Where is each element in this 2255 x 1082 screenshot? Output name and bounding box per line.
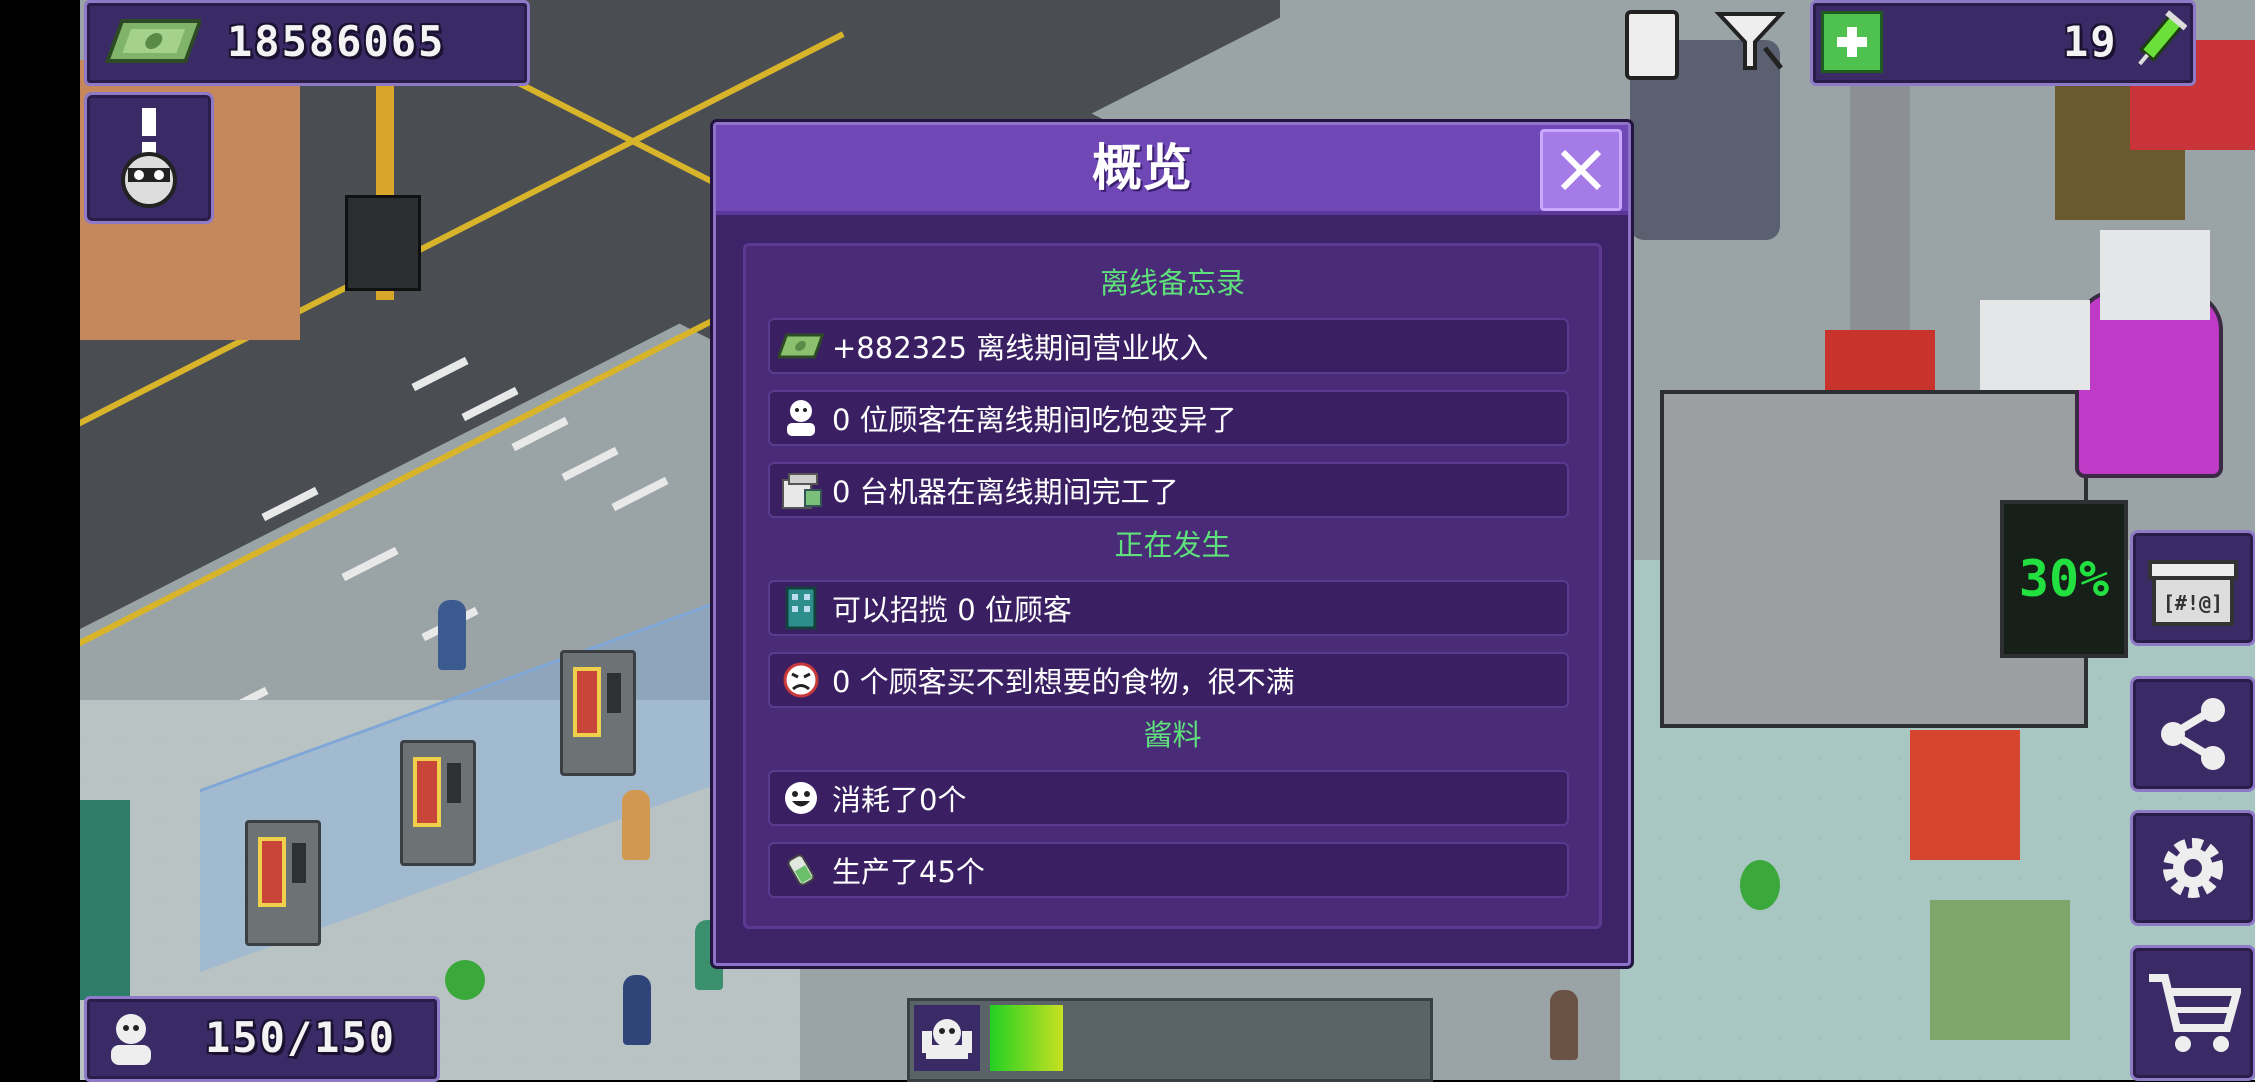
syringe-icon <box>2131 9 2188 77</box>
phone-icon[interactable] <box>1625 10 1679 80</box>
dialog-body: 离线备忘录 +882325 离线期间营业收入 0 位顾客在离线期间吃饱变异了 0… <box>743 243 1602 929</box>
customer-count: 150/150 <box>205 1013 397 1062</box>
add-token-button[interactable] <box>1821 11 1883 73</box>
gift-icon: [#!@] <box>2148 560 2238 626</box>
section-title-offline: 离线备忘录 <box>1099 266 1245 300</box>
cash-pile <box>1930 900 2070 1040</box>
plus-icon <box>1837 27 1867 57</box>
smiley-icon <box>778 775 824 821</box>
pedestrian[interactable] <box>1550 990 1578 1060</box>
money-amount: 18586065 <box>227 17 446 66</box>
share-button[interactable] <box>2130 676 2255 792</box>
customer-icon <box>778 395 824 441</box>
shop-door <box>80 800 130 1000</box>
overview-dialog: 概览 离线备忘录 +882325 离线期间营业收入 0 位顾客在离线期间吃饱变异… <box>713 122 1631 966</box>
settings-button[interactable] <box>2130 810 2255 926</box>
signal-icon <box>1714 8 1786 78</box>
row-text: 0 台机器在离线期间完工了 <box>832 475 1179 509</box>
vending-machine[interactable] <box>400 740 476 866</box>
hunger-meter <box>907 998 1433 1082</box>
list-item: 可以招揽 0 位顾客 <box>768 580 1569 636</box>
vending-machine[interactable] <box>245 820 321 946</box>
vending-machine[interactable] <box>560 650 636 776</box>
list-item: 0 台机器在离线期间完工了 <box>768 462 1569 518</box>
hunger-meter-fill <box>990 1005 1063 1071</box>
building-icon <box>778 585 824 631</box>
list-item: 消耗了0个 <box>768 770 1569 826</box>
white-box <box>2100 230 2210 320</box>
money-icon <box>101 13 203 69</box>
gear-icon <box>2163 838 2223 898</box>
zombie-icon <box>914 1005 980 1071</box>
burger-poster <box>1910 730 2020 860</box>
section-title-sauce: 酱料 <box>1143 718 1202 752</box>
row-text: 0 位顾客在离线期间吃饱变异了 <box>832 403 1237 437</box>
pedestrian[interactable] <box>623 975 651 1045</box>
money-counter: 18586065 <box>84 0 530 86</box>
angry-face-icon <box>778 657 824 703</box>
list-item: 0 个顾客买不到想要的食物，很不满 <box>768 652 1569 708</box>
cart-icon <box>2149 974 2241 1052</box>
plant <box>1740 860 1780 910</box>
close-button[interactable] <box>1540 129 1622 211</box>
alert-scientist-icon <box>121 108 177 208</box>
crosswalk-stripe <box>561 446 619 482</box>
close-icon <box>1560 149 1602 191</box>
dialog-title: 概览 <box>1092 139 1192 197</box>
token-amount: 19 <box>2063 17 2118 66</box>
row-text: 消耗了0个 <box>832 783 967 817</box>
share-icon <box>2161 698 2225 770</box>
crosswalk-stripe <box>341 546 399 582</box>
sauce-icon <box>778 847 824 893</box>
gift-button[interactable]: [#!@] <box>2130 530 2255 646</box>
shop-button[interactable] <box>2130 945 2255 1081</box>
processor-display: 30% <box>2000 500 2128 658</box>
row-text: +882325 离线期间营业收入 <box>832 331 1209 365</box>
customer-capacity: 150/150 <box>84 996 440 1082</box>
list-item: 生产了45个 <box>768 842 1569 898</box>
customer-icon <box>105 1011 157 1071</box>
white-box <box>1980 300 2090 390</box>
money-icon <box>778 323 824 369</box>
row-text: 生产了45个 <box>832 855 985 889</box>
traffic-light-box <box>345 195 421 291</box>
machine-icon <box>778 467 824 513</box>
section-title-happening: 正在发生 <box>1114 528 1231 562</box>
list-item: +882325 离线期间营业收入 <box>768 318 1569 374</box>
pedestrian[interactable] <box>622 790 650 860</box>
plant <box>445 960 485 1000</box>
row-text: 可以招揽 0 位顾客 <box>832 593 1072 627</box>
dialog-header: 概览 <box>716 125 1628 215</box>
alert-button[interactable] <box>84 92 214 224</box>
row-text: 0 个顾客买不到想要的食物，很不满 <box>832 665 1295 699</box>
svg-text:[#!@]: [#!@] <box>2163 591 2223 615</box>
token-counter: 19 <box>1810 0 2196 86</box>
crosswalk-stripe <box>611 476 669 512</box>
pedestrian[interactable] <box>438 600 466 670</box>
list-item: 0 位顾客在离线期间吃饱变异了 <box>768 390 1569 446</box>
